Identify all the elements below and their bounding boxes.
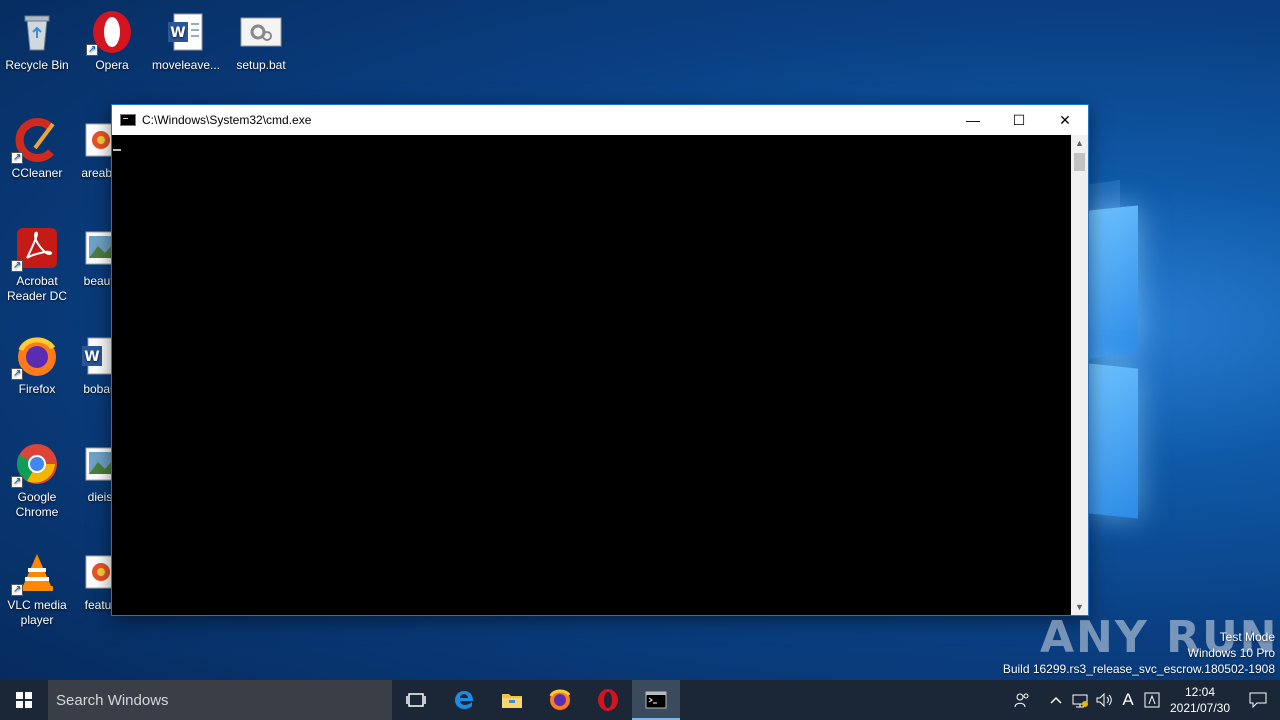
watermark-build: Build 16299.rs3_release_svc_escrow.18050… [1002,662,1275,676]
shortcut-arrow-icon [11,582,23,597]
desktop-icon-setup-bat[interactable]: setup.bat [224,4,298,73]
close-button[interactable]: ✕ [1042,105,1088,135]
text-cursor [113,149,121,151]
task-view-icon [406,693,426,707]
window-titlebar[interactable]: C:\Windows\System32\cmd.exe — ☐ ✕ [112,105,1088,135]
taskbar-edge[interactable] [440,680,488,720]
word-document-icon: W [164,10,208,54]
clock-time: 12:04 [1184,685,1216,699]
shortcut-arrow-icon [86,42,98,57]
taskbar-firefox[interactable] [536,680,584,720]
desktop-icon-opera[interactable]: Opera [75,4,149,73]
close-icon: ✕ [1059,111,1071,128]
taskbar-file-explorer[interactable] [488,680,536,720]
scrollbar-thumb[interactable] [1074,153,1085,171]
recycle-bin-icon [15,10,59,54]
ccleaner-icon [11,118,59,165]
desktop-icon-recycle-bin[interactable]: Recycle Bin [0,4,74,73]
firefox-icon [11,334,59,381]
minimize-icon: — [966,112,980,128]
search-box[interactable]: Search Windows [48,680,392,720]
input-language-indicator[interactable]: A [1116,680,1140,720]
volume-icon[interactable] [1092,680,1116,720]
vertical-scrollbar[interactable]: ▲ ▼ [1071,135,1088,615]
firefox-icon [549,689,571,710]
watermark-test-mode: Test Mode [1219,630,1275,644]
watermark-edition: Windows 10 Pro [1187,646,1275,660]
shortcut-arrow-icon [11,258,23,273]
search-placeholder: Search Windows [56,691,169,709]
start-button[interactable] [0,680,48,720]
desktop-icon-label: Opera [95,58,129,72]
shortcut-arrow-icon [11,474,23,489]
svg-text:W: W [84,349,99,365]
taskbar-cmd[interactable] [632,680,680,720]
opera-icon [598,689,618,711]
vlc-icon [11,550,59,597]
show-hidden-icons-chevron-up-icon[interactable] [1044,680,1068,720]
scroll-up-arrow-icon[interactable]: ▲ [1071,135,1088,151]
network-icon[interactable] [1068,680,1092,720]
batch-file-icon [239,10,283,54]
opera-icon [86,10,134,57]
window-title: C:\Windows\System32\cmd.exe [142,113,312,127]
people-icon[interactable] [1010,680,1034,720]
desktop-icon-moveleave[interactable]: W moveleave... [149,4,223,73]
ime-icon[interactable] [1140,680,1164,720]
chrome-icon [11,442,59,489]
svg-text:W: W [170,25,185,41]
shortcut-arrow-icon [11,366,23,381]
windows-logo-pane-bottom [1088,363,1138,519]
taskbar: Search Windows A 12:04 2021/07/30 [0,680,1280,720]
task-view-button[interactable] [392,680,440,720]
desktop-icon-label: Recycle Bin [5,58,69,72]
desktop-icon-label: setup.bat [236,58,286,72]
clock-date: 2021/07/30 [1169,701,1231,715]
maximize-button[interactable]: ☐ [996,105,1042,135]
action-center-button[interactable] [1236,692,1280,708]
os-watermark: Test Mode Windows 10 Pro Build 16299.rs3… [1003,629,1275,677]
desktop-icon-label: moveleave... [151,58,221,72]
clock[interactable]: 12:04 2021/07/30 [1164,684,1236,716]
folder-icon [502,694,522,708]
edge-icon [455,691,473,709]
shortcut-arrow-icon [11,150,23,165]
windows-logo-pane-top [1088,205,1138,359]
console-output[interactable] [112,135,1072,615]
cmd-window[interactable]: C:\Windows\System32\cmd.exe — ☐ ✕ ▲ ▼ [111,104,1089,616]
minimize-button[interactable]: — [950,105,996,135]
maximize-icon: ☐ [1012,111,1026,128]
acrobat-icon [11,226,59,273]
taskbar-opera[interactable] [584,680,632,720]
windows-start-icon [16,692,32,708]
notification-icon [1249,692,1267,708]
system-tray: A 12:04 2021/07/30 [1010,680,1280,720]
console-icon [120,114,136,126]
console-icon [645,691,667,709]
